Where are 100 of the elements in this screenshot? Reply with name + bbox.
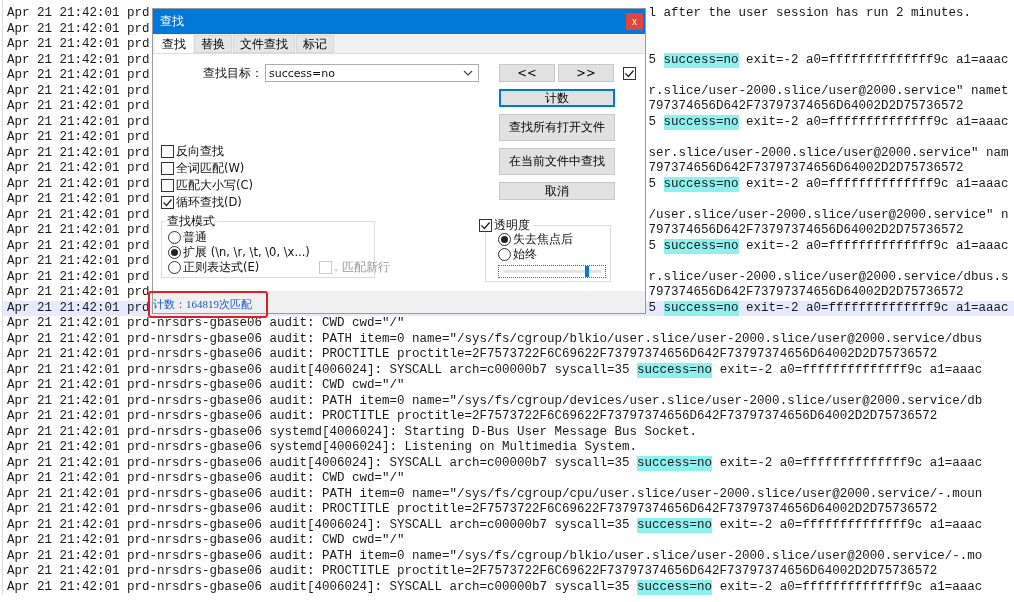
log-text: Apr 21 21:42:01 prd-nrsdrs-gbase06 systemd[4006024]: Listening on Multimedia System. xyxy=(7,440,638,456)
option-label: 失去焦点后 xyxy=(513,232,573,247)
slider-thumb[interactable] xyxy=(585,266,590,277)
log-text: exit=-2 a0=ffffffffffffff9c a1=aaac xyxy=(718,362,983,378)
log-text: exit=-2 a0=ffffffffffffff9c a1=aaac xyxy=(718,579,983,595)
log-text: /user.slice/user-2000.slice/user@2000.service" n xyxy=(648,207,1009,223)
search-match: success=no xyxy=(637,455,713,471)
log-text: 5 xyxy=(648,114,658,130)
log-text: Apr 21 21:42:01 prd-nrsdrs-gbase06 audit: PROCTITLE proctitle=2F7573722F6C69622F73797374656D642F73797374656D64002D2D75736572 xyxy=(7,347,938,363)
log-text: exit=-2 a0=ffffffffffffff9c a1=aaac xyxy=(718,455,983,471)
log-text: Apr 21 21:42:01 prd-nrsdrs-gbase06 audit: PROCTITLE proctitle=2F7573722F6C69622F73797374656D642F73797374656D64002D2D75736572 xyxy=(7,502,938,518)
log-text: ser.slice/user-2000.slice/user@2000.service" nam xyxy=(648,145,1009,161)
log-text: 797374656D642F73797374656D64002D2D75736572 xyxy=(648,161,964,177)
group-title: 查找模式 xyxy=(165,214,217,229)
tab[interactable]: 标记 xyxy=(296,35,334,53)
log-text: l after the user session has run 2 minutes. xyxy=(648,6,972,22)
action-button[interactable]: 取消 xyxy=(499,182,615,200)
search-match: success=no xyxy=(637,517,713,533)
log-text: Apr 21 21:42:01 prd xyxy=(7,207,150,223)
log-text: Apr 21 21:42:01 prd-nrsdrs-gbase06 audit: CWD cwd="/" xyxy=(7,471,405,487)
tab[interactable]: 查找 xyxy=(155,35,193,53)
log-text: Apr 21 21:42:01 prd xyxy=(7,254,150,270)
log-text: Apr 21 21:42:01 prd xyxy=(7,6,150,22)
log-text: Apr 21 21:42:01 prd xyxy=(7,192,150,208)
log-text: Apr 21 21:42:01 prd-nrsdrs-gbase06 audit[4006024]: SYSCALL arch=c00000b7 syscall=35 xyxy=(7,362,631,378)
radio-button[interactable] xyxy=(168,231,181,244)
log-text: Apr 21 21:42:01 prd xyxy=(7,161,150,177)
close-button[interactable]: x xyxy=(626,13,643,30)
log-text: Apr 21 21:42:01 prd-nrsdrs-gbase06 audit: PROCTITLE proctitle=2F7573722F6C69622F73797374656D642F73797374656D64002D2D75736572 xyxy=(7,564,938,580)
checkbox[interactable] xyxy=(479,219,492,232)
checkbox[interactable] xyxy=(161,145,174,158)
option-label: 循环查找(D) xyxy=(176,195,242,210)
log-text: Apr 21 21:42:01 prd xyxy=(7,68,150,84)
window-title: 查找 xyxy=(160,13,184,30)
log-text: Apr 21 21:42:01 prd xyxy=(7,130,150,146)
log-text: Apr 21 21:42:01 prd xyxy=(7,37,150,53)
option-label: 扩展 (\n, \r, \t, \0, \x...) xyxy=(183,245,310,260)
log-text: 5 xyxy=(648,300,658,316)
log-text: Apr 21 21:42:01 prd-nrsdrs-gbase06 audit[4006024]: SYSCALL arch=c00000b7 syscall=35 xyxy=(7,579,631,595)
log-text: exit=-2 a0=ffffffffffffff9c a1=aaac xyxy=(745,176,1009,192)
tab[interactable]: 替换 xyxy=(194,35,232,53)
option-label: 始终 xyxy=(513,247,537,262)
option-label: 正则表达式(E) xyxy=(183,260,260,275)
action-button[interactable]: 在当前文件中查找 xyxy=(499,148,615,175)
option-label: . 匹配新行 xyxy=(334,260,390,275)
field-label: 查找目标： xyxy=(203,65,263,81)
radio-button[interactable] xyxy=(498,248,511,261)
action-button[interactable]: 查找所有打开文件 xyxy=(499,114,615,141)
log-text: Apr 21 21:42:01 prd xyxy=(7,145,150,161)
search-match: success=no xyxy=(663,52,739,68)
log-text: Apr 21 21:42:01 prd xyxy=(7,285,150,301)
log-text: Apr 21 21:42:01 prd-nrsdrs-gbase06 audit: CWD cwd="/" xyxy=(7,378,405,394)
log-text: Apr 21 21:42:01 prd xyxy=(7,300,150,316)
search-match: success=no xyxy=(637,362,713,378)
nav-button[interactable]: << xyxy=(499,64,555,82)
log-text: Apr 21 21:42:01 prd xyxy=(7,176,150,192)
option-label: 匹配大小写(C) xyxy=(176,178,253,193)
radio-button[interactable] xyxy=(168,261,181,274)
log-text: Apr 21 21:42:01 prd xyxy=(7,21,150,37)
option-label: 普通 xyxy=(183,230,207,245)
log-text: Apr 21 21:42:01 prd-nrsdrs-gbase06 audit: PATH item=0 name="/sys/fs/cgroup/blkio/user.slice/user-2000.slice/user@2000.service/dbus xyxy=(7,331,983,347)
log-text: Apr 21 21:42:01 prd-nrsdrs-gbase06 audit: CWD cwd="/" xyxy=(7,316,405,332)
match-count: 计数：164819次匹配 xyxy=(153,297,252,312)
opacity-slider[interactable] xyxy=(498,265,606,278)
log-text: exit=-2 a0=ffffffffffffff9c a1=aaac xyxy=(745,238,1009,254)
log-text: Apr 21 21:42:01 prd xyxy=(7,238,150,254)
log-text: exit=-2 a0=ffffffffffffff9c a1=aaac xyxy=(745,114,1009,130)
checkbox[interactable] xyxy=(161,179,174,192)
log-text: Apr 21 21:42:01 prd xyxy=(7,114,150,130)
log-text: 5 xyxy=(648,52,658,68)
action-button[interactable]: 计数 xyxy=(499,89,615,107)
log-text: r.slice/user-2000.slice/user@2000.service" namet xyxy=(648,83,1009,99)
caret-icon xyxy=(463,70,473,76)
log-text: Apr 21 21:42:01 prd-nrsdrs-gbase06 systemd[4006024]: Starting D-Bus User Message Bus Socket. xyxy=(7,424,698,440)
log-text: Apr 21 21:42:01 prd-nrsdrs-gbase06 audit: CWD cwd="/" xyxy=(7,533,405,549)
log-text: 797374656D642F73797374656D64002D2D75736572 xyxy=(648,99,964,115)
tab[interactable]: 文件查找 xyxy=(233,35,295,53)
log-text: Apr 21 21:42:01 prd-nrsdrs-gbase06 audit[4006024]: SYSCALL arch=c00000b7 syscall=35 xyxy=(7,517,631,533)
option-label: 全词匹配(W) xyxy=(176,161,245,176)
checkbox[interactable] xyxy=(161,196,174,209)
log-text: 797374656D642F73797374656D64002D2D75736572 xyxy=(648,223,964,239)
search-match: success=no xyxy=(663,238,739,254)
log-text: Apr 21 21:42:01 prd-nrsdrs-gbase06 audit: PATH item=0 name="/sys/fs/cgroup/blkio/user.slice/user-2000.slice/user@2000.service/-.mo xyxy=(7,548,983,564)
log-text: exit=-2 a0=ffffffffffffff9c a1=aaac xyxy=(745,300,1009,316)
radio-button[interactable] xyxy=(168,246,181,259)
search-match: success=no xyxy=(637,579,713,595)
log-text: exit=-2 a0=ffffffffffffff9c a1=aaac xyxy=(745,52,1009,68)
log-text: Apr 21 21:42:01 prd-nrsdrs-gbase06 audit: PATH item=0 name="/sys/fs/cgroup/devices/user.slice/user-2000.slice/user@2000.service/db xyxy=(7,393,983,409)
log-text: Apr 21 21:42:01 prd xyxy=(7,99,150,115)
log-text: exit=-2 a0=ffffffffffffff9c a1=aaac xyxy=(718,517,983,533)
nav-button[interactable]: >> xyxy=(558,64,614,82)
radio-button[interactable] xyxy=(498,233,511,246)
log-text: 797374656D642F73797374656D64002D2D75736572 xyxy=(648,285,964,301)
log-text: Apr 21 21:42:01 prd-nrsdrs-gbase06 audit[4006024]: SYSCALL arch=c00000b7 syscall=35 xyxy=(7,455,631,471)
checkbox[interactable] xyxy=(161,162,174,175)
group-title: 透明度 xyxy=(494,218,530,233)
search-field[interactable]: success=no xyxy=(265,64,479,82)
checkbox[interactable] xyxy=(623,66,636,80)
search-match: success=no xyxy=(663,300,739,316)
log-text: Apr 21 21:42:01 prd xyxy=(7,269,150,285)
